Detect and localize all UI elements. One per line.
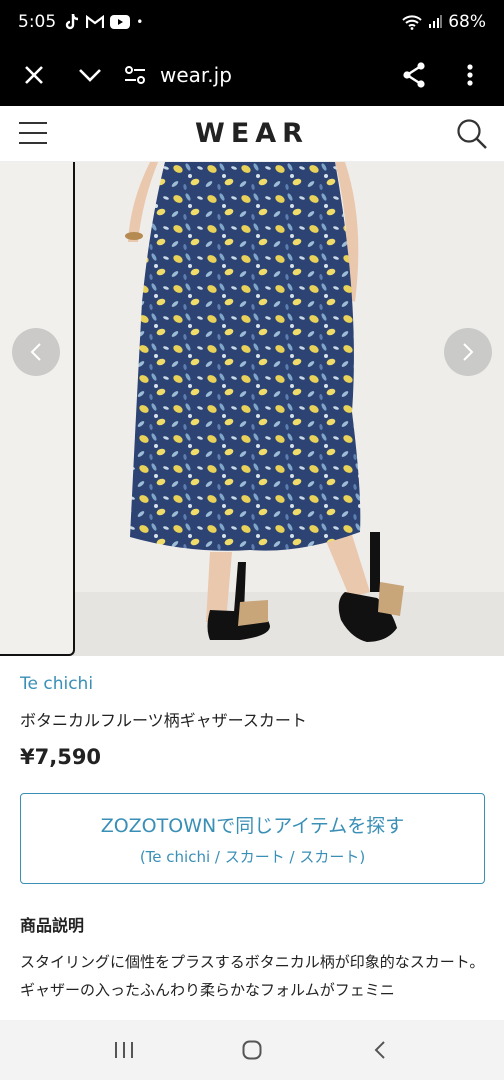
product-photo[interactable] xyxy=(0,162,504,656)
site-settings-icon xyxy=(125,66,145,84)
zozotown-search-button[interactable]: ZOZOTOWNで同じアイテムを探す (Te chichi / スカート / ス… xyxy=(20,793,485,884)
product-price: ¥7,590 xyxy=(20,745,102,769)
recent-apps-icon xyxy=(115,1042,133,1058)
search-button[interactable] xyxy=(456,118,488,150)
menu-button[interactable] xyxy=(18,120,48,148)
product-name: ボタニカルフルーツ柄ギャザースカート xyxy=(20,711,307,730)
zozotown-button-label: ZOZOTOWNで同じアイテムを探す xyxy=(100,814,405,837)
search-icon xyxy=(457,119,487,149)
product-image xyxy=(0,162,504,656)
status-bar: 5:05 • 68% xyxy=(0,0,504,44)
url-bar[interactable]: wear.jp xyxy=(124,63,232,87)
share-icon xyxy=(403,62,425,88)
more-vert-icon xyxy=(467,64,473,86)
browser-toolbar: wear.jp xyxy=(0,44,504,106)
carousel-next-button[interactable] xyxy=(444,328,492,376)
brand-link[interactable]: Te chichi xyxy=(20,674,93,694)
home-button[interactable] xyxy=(232,1030,272,1070)
tiktok-icon xyxy=(66,13,79,30)
more-options-button[interactable] xyxy=(450,55,490,95)
back-button[interactable] xyxy=(360,1030,400,1070)
chevron-right-icon xyxy=(463,343,474,361)
carousel-prev-button[interactable] xyxy=(12,328,60,376)
url-text: wear.jp xyxy=(160,63,232,87)
signal-icon xyxy=(429,15,443,28)
site-logo[interactable]: WEAR xyxy=(195,118,309,149)
thumbnail-selected[interactable] xyxy=(0,162,75,656)
description-heading: 商品説明 xyxy=(20,916,85,935)
youtube-icon xyxy=(110,15,131,29)
recent-apps-button[interactable] xyxy=(104,1030,144,1070)
home-icon xyxy=(242,1040,262,1060)
chevron-down-icon xyxy=(79,69,101,82)
system-nav-bar xyxy=(0,1020,504,1080)
description-text: スタイリングに個性をプラスするボタニカル柄が印象的なスカート。ギャザーの入ったふ… xyxy=(20,953,485,999)
battery-level: 68% xyxy=(448,12,486,32)
hamburger-icon xyxy=(19,122,47,144)
zozotown-button-category: (Te chichi / スカート / スカート) xyxy=(139,847,366,866)
status-dot: • xyxy=(136,15,144,29)
chevron-left-icon xyxy=(30,343,41,361)
wifi-icon xyxy=(402,15,422,30)
close-tab-button[interactable] xyxy=(14,55,54,95)
gmail-icon xyxy=(86,15,105,28)
close-icon xyxy=(25,66,43,84)
back-icon xyxy=(374,1041,385,1059)
site-header: WEAR xyxy=(0,106,504,162)
minimize-button[interactable] xyxy=(70,55,110,95)
status-time: 5:05 xyxy=(18,12,57,32)
share-button[interactable] xyxy=(394,55,434,95)
